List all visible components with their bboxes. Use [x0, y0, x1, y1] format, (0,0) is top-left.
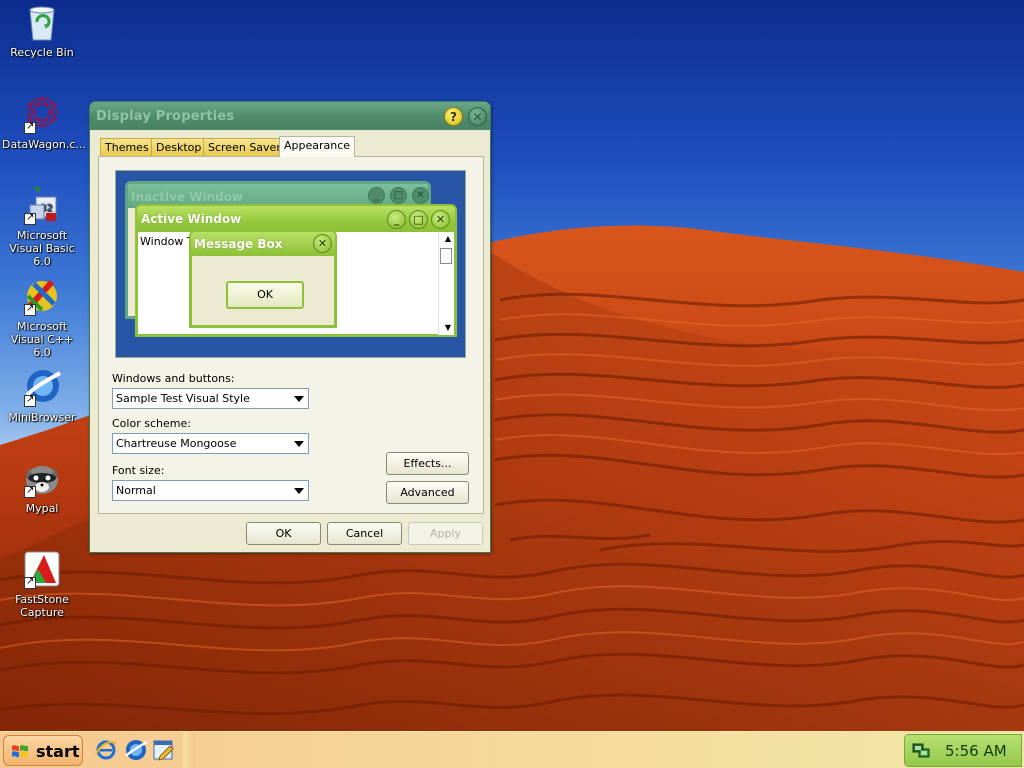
desktop-icon-visual-basic[interactable]: 32 Microsoft Visual Basic 6.0 [0, 185, 84, 268]
desktop-icon-minibrowser[interactable]: MiniBrowser [0, 367, 84, 424]
apply-button[interactable]: Apply [408, 522, 483, 545]
desktop-icon-datawagon[interactable]: DataWagon.c... [0, 94, 86, 151]
effects-button[interactable]: Effects... [386, 452, 469, 475]
recycle-bin-icon [22, 2, 62, 42]
font-size-select[interactable]: Normal [112, 480, 309, 501]
minibrowser-icon[interactable] [124, 738, 148, 762]
desktop-icon-mypal[interactable]: Mypal [0, 458, 84, 515]
desktop-icon-faststone-capture[interactable]: FastStone Capture [0, 549, 84, 619]
tab-appearance[interactable]: Appearance [279, 136, 356, 157]
cancel-button[interactable]: Cancel [327, 522, 402, 545]
preview-scroll-thumb [440, 248, 452, 264]
desktop-icon-label: MiniBrowser [8, 411, 76, 424]
desktop-icon-label: DataWagon.c... [2, 138, 86, 151]
maximize-icon: □ [409, 210, 428, 229]
preview-message-ok-button: OK [226, 281, 304, 309]
close-icon: ✕ [313, 234, 332, 253]
font-size-value: Normal [116, 484, 156, 497]
tab-screen-saver[interactable]: Screen Saver [203, 138, 286, 157]
color-scheme-select[interactable]: Chartreuse Mongoose [112, 433, 309, 454]
minimize-icon: _ [368, 187, 385, 204]
chevron-down-icon [294, 488, 304, 494]
desktop-icon-label: Microsoft Visual C++ 6.0 [10, 320, 74, 359]
color-scheme-label: Color scheme: [112, 417, 191, 430]
advanced-button[interactable]: Advanced [386, 481, 469, 504]
datawagon-icon [22, 94, 62, 134]
minimize-icon: _ [387, 210, 406, 229]
shortcut-arrow-icon [24, 393, 36, 407]
maximize-icon: □ [390, 187, 407, 204]
network-icon[interactable] [911, 742, 931, 760]
close-icon: ✕ [431, 210, 450, 229]
scroll-up-arrow-icon: ▲ [444, 234, 451, 243]
ok-button[interactable]: OK [246, 522, 321, 545]
start-button[interactable]: start [3, 735, 83, 766]
desktop-icon-recycle-bin[interactable]: Recycle Bin [0, 2, 84, 59]
window-title: Display Properties [96, 109, 235, 124]
clock[interactable]: 5:56 AM [945, 742, 1007, 760]
shortcut-arrow-icon [24, 120, 36, 134]
color-scheme-value: Chartreuse Mongoose [116, 437, 237, 450]
preview-message-box: Message Box ✕ OK [189, 230, 337, 328]
display-properties-window: Display Properties ? ✕ Themes Desktop Sc… [89, 101, 491, 553]
preview-message-title: Message Box [194, 237, 283, 251]
windows-buttons-value: Sample Test Visual Style [116, 392, 250, 405]
visual-basic-icon: 32 [22, 185, 62, 225]
system-tray: 5:56 AM [904, 734, 1022, 767]
quick-launch-divider [183, 732, 195, 768]
close-button[interactable]: ✕ [468, 107, 487, 126]
tab-desktop[interactable]: Desktop [151, 138, 207, 157]
desktop-icon-label: Microsoft Visual Basic 6.0 [9, 229, 75, 268]
shortcut-arrow-icon [24, 484, 36, 498]
window-titlebar[interactable]: Display Properties ? ✕ [90, 102, 490, 130]
close-icon: ✕ [412, 187, 429, 204]
chevron-down-icon [294, 441, 304, 447]
desktop-icon-label: FastStone Capture [15, 593, 69, 619]
taskbar: start 5:56 AM [0, 731, 1024, 768]
windows-buttons-select[interactable]: Sample Test Visual Style [112, 388, 309, 409]
preview-message-titlebar: Message Box ✕ [191, 232, 335, 256]
visual-cpp-icon [22, 276, 62, 316]
desktop-icon-visual-cpp[interactable]: Microsoft Visual C++ 6.0 [0, 276, 84, 359]
desktop-icon-label: Mypal [25, 502, 59, 515]
shortcut-arrow-icon [24, 302, 36, 316]
scroll-down-arrow-icon: ▼ [444, 323, 451, 332]
edit-icon[interactable] [152, 738, 176, 762]
minibrowser-icon [22, 367, 62, 407]
preview-inactive-title: Inactive Window [131, 190, 244, 204]
desktop-icon-label: Recycle Bin [10, 46, 74, 59]
chevron-down-icon [294, 396, 304, 402]
faststone-capture-icon [22, 549, 62, 589]
start-label: start [36, 742, 80, 761]
mypal-icon [22, 458, 62, 498]
help-button[interactable]: ? [444, 107, 463, 126]
help-icon: ? [450, 110, 457, 124]
tab-themes[interactable]: Themes [100, 138, 154, 157]
shortcut-arrow-icon [24, 211, 36, 225]
internet-explorer-icon[interactable] [94, 738, 118, 762]
preview-active-titlebar: Active Window _ □ ✕ [137, 206, 455, 232]
preview-active-title: Active Window [141, 212, 242, 226]
windows-buttons-label: Windows and buttons: [112, 372, 235, 385]
shortcut-arrow-icon [24, 575, 36, 589]
font-size-label: Font size: [112, 464, 165, 477]
close-icon: ✕ [472, 110, 483, 124]
windows-flag-icon [12, 745, 28, 758]
